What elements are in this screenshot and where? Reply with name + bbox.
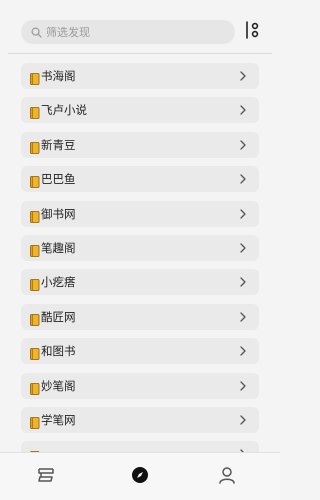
book-icon: [30, 242, 40, 257]
list-item-label: 巴巴鱼: [41, 172, 76, 187]
top-bar: 筛选发现: [0, 0, 280, 56]
book-icon: [30, 104, 40, 120]
list-item-label: 妙笔阁: [41, 378, 76, 393]
chevron-right-icon: [239, 277, 247, 287]
chevron-right-icon: [239, 71, 247, 81]
chevron-right-icon: [239, 415, 247, 425]
search-icon: [30, 26, 42, 38]
filter-icon: [244, 21, 260, 43]
tab-profile[interactable]: [215, 465, 239, 489]
list-item[interactable]: 新青豆: [21, 131, 259, 158]
filter-button[interactable]: [242, 21, 262, 43]
list-item[interactable]: 御书网: [21, 200, 259, 227]
chevron-right-icon: [239, 312, 247, 322]
list-item-label: 飞卢小说: [41, 103, 87, 118]
chevron-right-icon: [239, 140, 247, 150]
book-icon: [30, 311, 40, 326]
chevron-right-icon: [239, 105, 247, 116]
chevron-right-icon: [239, 174, 247, 184]
list-item-label: 酷匠网: [41, 309, 76, 324]
tab-bookshelf[interactable]: [34, 465, 58, 489]
list-item[interactable]: 飞卢小说: [21, 97, 259, 124]
list-item[interactable]: 和图书: [21, 338, 259, 365]
list-item[interactable]: 酷匠网: [21, 303, 259, 330]
book-icon: [30, 208, 40, 223]
compass-icon: [130, 465, 150, 489]
list-item-label: 小疙瘩: [41, 275, 76, 290]
list-item-label: 新青豆: [41, 137, 76, 152]
book-icon: [30, 70, 40, 85]
list-item-label: 笔趣阁: [41, 240, 76, 255]
search-input[interactable]: 筛选发现: [21, 20, 235, 44]
list-item[interactable]: 笔趣阁: [21, 234, 259, 261]
list-item[interactable]: 巴巴鱼: [21, 166, 259, 193]
book-icon: [30, 414, 40, 429]
book-icon: [30, 345, 40, 361]
chevron-right-icon: [239, 243, 247, 253]
source-list: 书海阁飞卢小说新青豆巴巴鱼御书网笔趣阁小疙瘩酷匠网和图书妙笔阁学笔网: [21, 63, 259, 476]
bottom-tab-bar: [0, 452, 280, 500]
book-icon: [30, 173, 40, 189]
search-placeholder: 筛选发现: [46, 26, 90, 39]
list-item[interactable]: 小疙瘩: [21, 269, 259, 296]
tab-discover[interactable]: [128, 465, 152, 489]
chevron-right-icon: [239, 380, 247, 391]
user-icon: [217, 465, 237, 489]
bookshelf-icon: [36, 465, 56, 489]
list-item-label: 书海阁: [41, 69, 76, 83]
list-item[interactable]: 书海阁: [21, 63, 259, 89]
book-icon: [30, 276, 40, 292]
list-item-label: 御书网: [41, 206, 76, 221]
chevron-right-icon: [239, 208, 247, 219]
list-item-label: 和图书: [41, 344, 76, 359]
book-icon: [30, 139, 40, 154]
chevron-right-icon: [239, 346, 247, 356]
list-item[interactable]: 妙笔阁: [21, 372, 259, 399]
divider: [8, 53, 272, 54]
list-item[interactable]: 学笔网: [21, 406, 259, 433]
book-icon: [30, 380, 40, 395]
list-item-label: 学笔网: [41, 412, 76, 427]
